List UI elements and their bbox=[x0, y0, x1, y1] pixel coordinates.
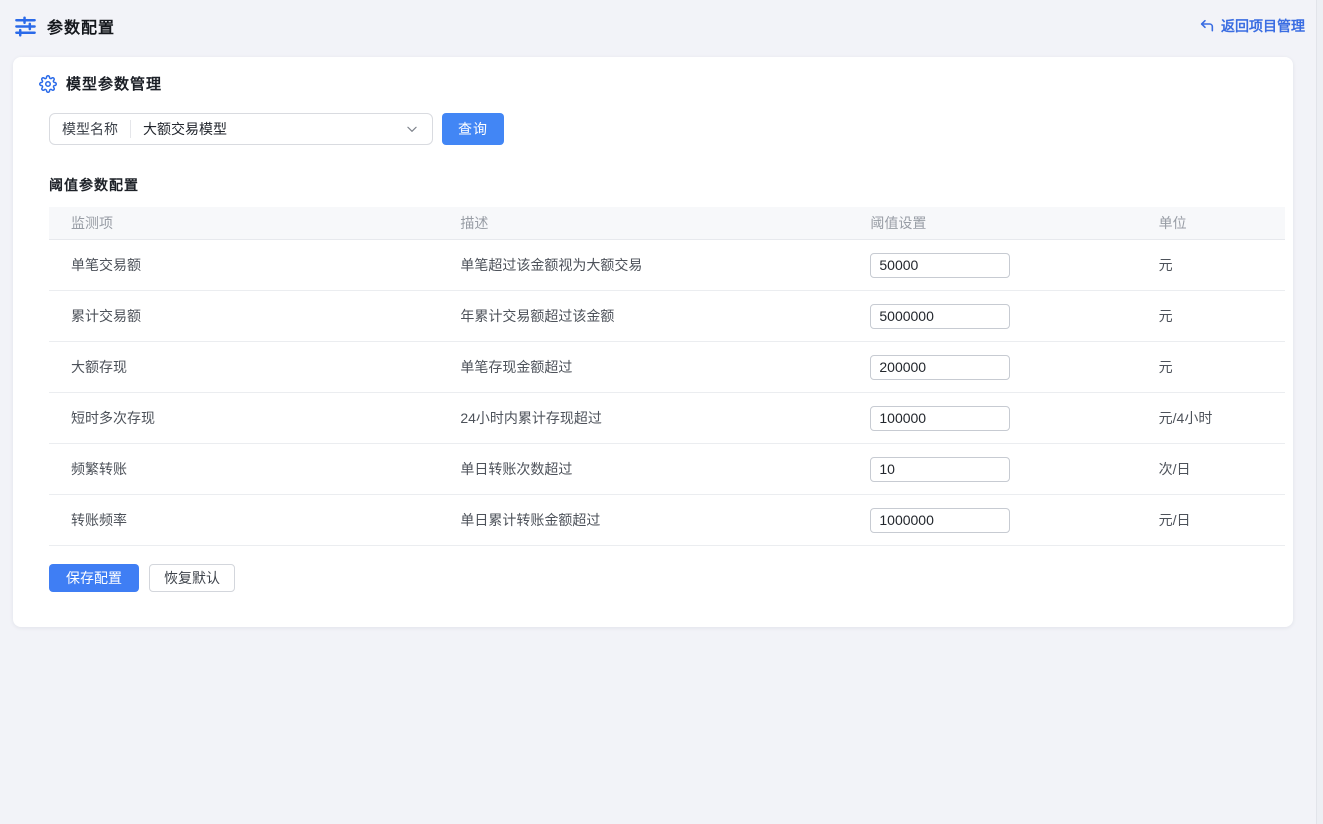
threshold-input[interactable] bbox=[870, 508, 1010, 533]
unit-label: 元/日 bbox=[1137, 510, 1285, 530]
threshold-input[interactable] bbox=[870, 304, 1010, 329]
back-to-project-link[interactable]: 返回项目管理 bbox=[1199, 16, 1305, 36]
scrollbar-track[interactable] bbox=[1316, 0, 1323, 824]
sliders-icon bbox=[14, 15, 37, 38]
monitor-item-label: 频繁转账 bbox=[49, 459, 438, 479]
unit-label: 元 bbox=[1137, 357, 1285, 377]
query-button[interactable]: 查询 bbox=[442, 113, 504, 145]
top-bar: 参数配置 返回项目管理 bbox=[0, 0, 1323, 52]
monitor-item-label: 短时多次存现 bbox=[49, 408, 438, 428]
table-row: 累计交易额 年累计交易额超过该金额 元 bbox=[49, 291, 1285, 342]
table-row: 频繁转账 单日转账次数超过 次/日 bbox=[49, 444, 1285, 495]
monitor-item-desc: 单笔超过该金额视为大额交易 bbox=[438, 255, 852, 275]
page-title: 参数配置 bbox=[47, 14, 115, 38]
col-header-item: 监测项 bbox=[49, 213, 438, 233]
undo-arrow-icon bbox=[1199, 18, 1215, 34]
col-header-unit: 单位 bbox=[1137, 213, 1285, 233]
table-row: 大额存现 单笔存现金额超过 元 bbox=[49, 342, 1285, 393]
card-title: 模型参数管理 bbox=[66, 73, 162, 94]
unit-label: 元/4小时 bbox=[1137, 408, 1285, 428]
gear-icon bbox=[39, 75, 57, 93]
table-row: 单笔交易额 单笔超过该金额视为大额交易 元 bbox=[49, 240, 1285, 291]
monitor-item-desc: 24小时内累计存现超过 bbox=[438, 408, 852, 428]
threshold-input[interactable] bbox=[870, 406, 1010, 431]
table-row: 转账频率 单日累计转账金额超过 元/日 bbox=[49, 495, 1285, 546]
model-name-label: 模型名称 bbox=[50, 119, 130, 139]
back-link-label: 返回项目管理 bbox=[1221, 16, 1305, 36]
threshold-input[interactable] bbox=[870, 355, 1010, 380]
chevron-down-icon bbox=[405, 122, 419, 136]
save-config-button[interactable]: 保存配置 bbox=[49, 564, 139, 592]
monitor-item-desc: 单日累计转账金额超过 bbox=[438, 510, 852, 530]
model-parameter-card: 模型参数管理 模型名称 大额交易模型 查询 阈值参数配置 监测项 描述 阈值设置… bbox=[13, 57, 1293, 627]
monitor-item-label: 累计交易额 bbox=[49, 306, 438, 326]
model-name-select[interactable]: 模型名称 大额交易模型 bbox=[49, 113, 433, 145]
unit-label: 元 bbox=[1137, 255, 1285, 275]
col-header-desc: 描述 bbox=[438, 213, 852, 233]
threshold-table: 监测项 描述 阈值设置 单位 单笔交易额 单笔超过该金额视为大额交易 元 累计交… bbox=[49, 207, 1285, 546]
unit-label: 次/日 bbox=[1137, 459, 1285, 479]
card-title-row: 模型参数管理 bbox=[39, 73, 1270, 94]
unit-label: 元 bbox=[1137, 306, 1285, 326]
monitor-item-desc: 单笔存现金额超过 bbox=[438, 357, 852, 377]
monitor-item-desc: 单日转账次数超过 bbox=[438, 459, 852, 479]
monitor-item-label: 大额存现 bbox=[49, 357, 438, 377]
table-row: 短时多次存现 24小时内累计存现超过 元/4小时 bbox=[49, 393, 1285, 444]
footer-buttons: 保存配置 恢复默认 bbox=[49, 564, 1270, 592]
page-title-group: 参数配置 bbox=[14, 14, 115, 38]
monitor-item-desc: 年累计交易额超过该金额 bbox=[438, 306, 852, 326]
model-name-value: 大额交易模型 bbox=[131, 119, 405, 139]
monitor-item-label: 转账频率 bbox=[49, 510, 438, 530]
table-header-row: 监测项 描述 阈值设置 单位 bbox=[49, 207, 1285, 240]
threshold-input[interactable] bbox=[870, 253, 1010, 278]
filter-row: 模型名称 大额交易模型 查询 bbox=[49, 113, 1270, 145]
threshold-input[interactable] bbox=[870, 457, 1010, 482]
restore-default-button[interactable]: 恢复默认 bbox=[149, 564, 235, 592]
monitor-item-label: 单笔交易额 bbox=[49, 255, 438, 275]
threshold-section-title: 阈值参数配置 bbox=[49, 175, 1270, 195]
col-header-value: 阈值设置 bbox=[852, 213, 1136, 233]
